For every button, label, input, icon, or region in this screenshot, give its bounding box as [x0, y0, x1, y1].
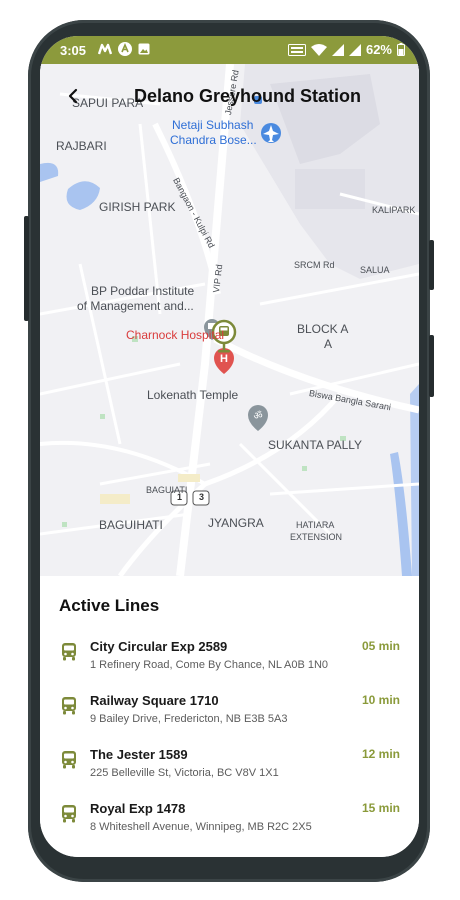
line-name: Royal Exp 1478: [90, 801, 186, 816]
map-view[interactable]: H ॐ SAPUI PARA RAJBARI GIRISH PARK Netaj…: [40, 64, 419, 576]
line-eta: 12 min: [361, 747, 400, 761]
map-label-bp-poddar-1: BP Poddar Institute: [91, 284, 195, 298]
airport-icon: [261, 123, 281, 143]
sync-icon: [118, 42, 132, 56]
line-address: 9 Bailey Drive, Fredericton, NB E3B 5A3: [90, 713, 288, 725]
back-arrow-icon[interactable]: [66, 88, 82, 104]
map-label-girish-park: GIRISH PARK: [99, 200, 176, 214]
bus-icon: [62, 805, 76, 823]
line-address: 8 Whiteshell Avenue, Winnipeg, MB R2C 2X…: [90, 821, 312, 833]
line-item[interactable]: Railway Square 1710 9 Bailey Drive, Fred…: [40, 693, 419, 743]
map-label-sapui-para: SAPUI PARA: [72, 96, 144, 110]
bus-icon: [62, 751, 76, 769]
map-label-salua: SALUA: [360, 265, 390, 275]
map-label-charnock-hospital: Charnock Hospital: [126, 328, 225, 342]
phone-screen: 3:05 62% H ॐ SAPUI PARA RAJBARI GIRISH P…: [40, 36, 419, 857]
image-icon: [138, 43, 150, 55]
status-time: 3:05: [60, 43, 87, 58]
bus-icon: [62, 697, 76, 715]
line-item[interactable]: City Circular Exp 2589 1 Refinery Road, …: [40, 639, 419, 689]
status-right-icons: 62%: [287, 42, 405, 57]
status-notification-icons: [98, 42, 150, 56]
map-label-baguihati: BAGUIHATI: [99, 518, 163, 532]
phone-power-button: [429, 335, 434, 397]
m-app-icon: [98, 43, 112, 55]
signal-icon: [331, 43, 344, 56]
line-address: 1 Refinery Road, Come By Chance, NL A0B …: [90, 659, 329, 671]
battery-icon: [397, 43, 405, 56]
line-name: The Jester 1589: [90, 747, 188, 762]
map-label-shield-1: 1: [177, 492, 183, 502]
map-label-block-a-2: A: [324, 337, 333, 351]
line-eta: 10 min: [361, 693, 400, 707]
line-item[interactable]: Royal Exp 1478 8 Whiteshell Avenue, Winn…: [40, 801, 419, 851]
map-label-jyangra: JYANGRA: [208, 516, 264, 530]
map-label-srcm-rd: SRCM Rd: [294, 260, 335, 270]
map-label-netaji-1: Netaji Subhash: [172, 118, 254, 132]
line-name: Railway Square 1710: [90, 693, 219, 708]
svg-text:H: H: [220, 353, 228, 365]
battery-percent: 62%: [365, 42, 392, 57]
map-label-bp-poddar-2: of Management and...: [77, 299, 194, 313]
map-label-rajbari: RAJBARI: [56, 139, 107, 153]
map-label-hatiara-2: EXTENSION: [290, 532, 343, 542]
line-item[interactable]: The Jester 1589 225 Belleville St, Victo…: [40, 747, 419, 797]
status-bar: 3:05 62%: [40, 36, 419, 64]
bus-icon: [62, 643, 76, 661]
map-label-block-a-1: BLOCK A: [297, 322, 349, 336]
phone-side-button: [24, 216, 29, 321]
line-name: City Circular Exp 2589: [90, 639, 228, 654]
map-label-lokenath-temple: Lokenath Temple: [147, 388, 239, 402]
active-lines-sheet: Active Lines City Circular Exp 2589 1 Re…: [40, 576, 419, 857]
volte-icon: [287, 43, 306, 56]
map-label-shield-3: 3: [199, 492, 205, 502]
map-label-hatiara-1: HATIARA: [296, 520, 335, 530]
wifi-icon: [310, 43, 327, 56]
line-eta: 15 min: [361, 801, 400, 815]
signal-icon: [348, 43, 361, 56]
map-label-kalipark: KALIPARK: [372, 205, 416, 215]
map-label-netaji-2: Chandra Bose...: [170, 133, 257, 147]
line-address: 225 Belleville St, Victoria, BC V8V 1X1: [90, 767, 279, 779]
map-label-sukanta-pally: SUKANTA PALLY: [268, 438, 363, 452]
svg-text:ॐ: ॐ: [253, 410, 262, 422]
phone-volume-button: [429, 240, 434, 290]
page-title: Delano Greyhound Station: [134, 86, 362, 106]
line-eta: 05 min: [361, 639, 400, 653]
active-lines-title: Active Lines: [59, 596, 160, 615]
